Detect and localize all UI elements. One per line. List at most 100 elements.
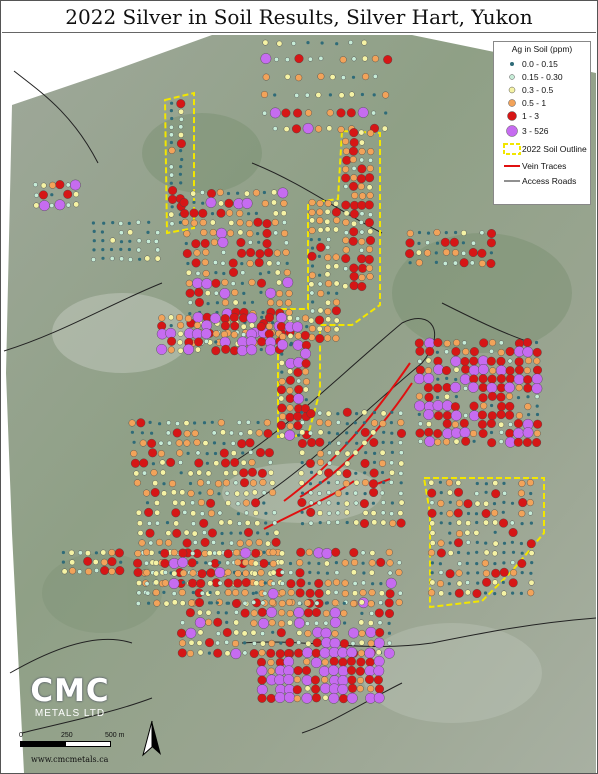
sample-point [236, 219, 244, 227]
sample-point [468, 364, 480, 376]
sample-point [153, 579, 160, 586]
sample-point [145, 501, 150, 505]
sample-point [425, 346, 435, 356]
sample-point [331, 207, 341, 217]
sample-point [224, 611, 228, 615]
sample-point [231, 289, 239, 297]
sample-point [274, 56, 279, 62]
sample-point [236, 420, 242, 425]
sample-point [333, 326, 340, 333]
sample-point [196, 579, 206, 589]
sample-point [214, 590, 221, 596]
sample-point [398, 470, 404, 476]
sample-point [308, 226, 316, 234]
sample-point [265, 313, 275, 323]
sample-point [466, 551, 470, 555]
sample-point [275, 649, 285, 659]
sample-point [158, 314, 166, 322]
sample-point [442, 248, 450, 256]
sample-point [161, 490, 168, 497]
sample-point [444, 231, 448, 235]
sample-point [136, 418, 146, 428]
sample-point [340, 75, 346, 80]
sample-point [220, 531, 224, 536]
sample-point [425, 421, 432, 427]
sample-point [357, 164, 367, 174]
sample-point [233, 619, 240, 626]
sample-point [310, 246, 315, 250]
sample-point [326, 500, 332, 506]
sample-point [262, 239, 272, 249]
sample-point [326, 109, 334, 117]
sample-point [464, 589, 471, 596]
sample-point [381, 440, 385, 444]
sample-point [321, 676, 329, 684]
sample-point [196, 609, 203, 616]
sample-point [477, 363, 489, 375]
sample-point [397, 428, 407, 438]
sample-point [438, 590, 445, 597]
sample-point [178, 116, 184, 122]
sample-point [327, 460, 332, 466]
sample-point [343, 210, 350, 217]
sample-point [478, 429, 488, 439]
sample-point [193, 321, 201, 329]
sample-point [357, 676, 365, 684]
sample-point [296, 378, 302, 384]
sample-point [168, 185, 178, 195]
sample-point [316, 418, 324, 426]
sample-point [424, 249, 432, 257]
sample-point [282, 248, 290, 256]
sample-point [442, 411, 452, 421]
sample-point [285, 289, 293, 297]
sample-point [39, 200, 50, 212]
sample-point [454, 588, 464, 598]
sample-point [357, 200, 367, 210]
sample-point [360, 550, 366, 556]
sample-point [307, 56, 313, 62]
sample-point [243, 490, 250, 497]
sample-point [342, 480, 350, 488]
sample-point [147, 220, 151, 224]
sample-point [168, 132, 174, 138]
sample-point [326, 490, 332, 495]
sample-point [315, 125, 323, 133]
sample-point [85, 550, 91, 556]
sample-point [430, 561, 434, 565]
sample-point [359, 192, 367, 200]
sample-point [268, 598, 276, 606]
sample-point [169, 140, 173, 145]
sample-point [455, 479, 462, 486]
sample-point [450, 381, 461, 393]
legend-label: Access Roads [522, 176, 577, 186]
sample-point [173, 520, 180, 527]
sample-point [179, 181, 183, 185]
sample-point [191, 521, 196, 527]
sample-point [153, 560, 160, 566]
sample-point [368, 157, 373, 163]
sample-point [311, 693, 321, 703]
sample-point [469, 356, 479, 366]
sample-point [342, 469, 352, 479]
sample-point [257, 468, 267, 478]
sample-point [109, 247, 114, 252]
sample-point [367, 685, 375, 693]
sample-point [348, 40, 354, 45]
sample-point [138, 539, 146, 547]
sample-point [178, 589, 186, 597]
sample-point [505, 374, 515, 384]
sample-point [277, 403, 287, 413]
sample-point [418, 438, 423, 444]
sample-point [514, 365, 524, 375]
sample-point [433, 338, 443, 348]
sample-point [226, 229, 234, 237]
sample-point [364, 647, 376, 659]
sample-point [77, 569, 83, 575]
sample-point [351, 559, 359, 567]
sample-point [358, 263, 368, 273]
sample-point [356, 174, 366, 184]
sample-point [118, 221, 124, 226]
sample-point [347, 675, 357, 685]
sample-point [324, 253, 332, 261]
sample-point [302, 368, 310, 376]
